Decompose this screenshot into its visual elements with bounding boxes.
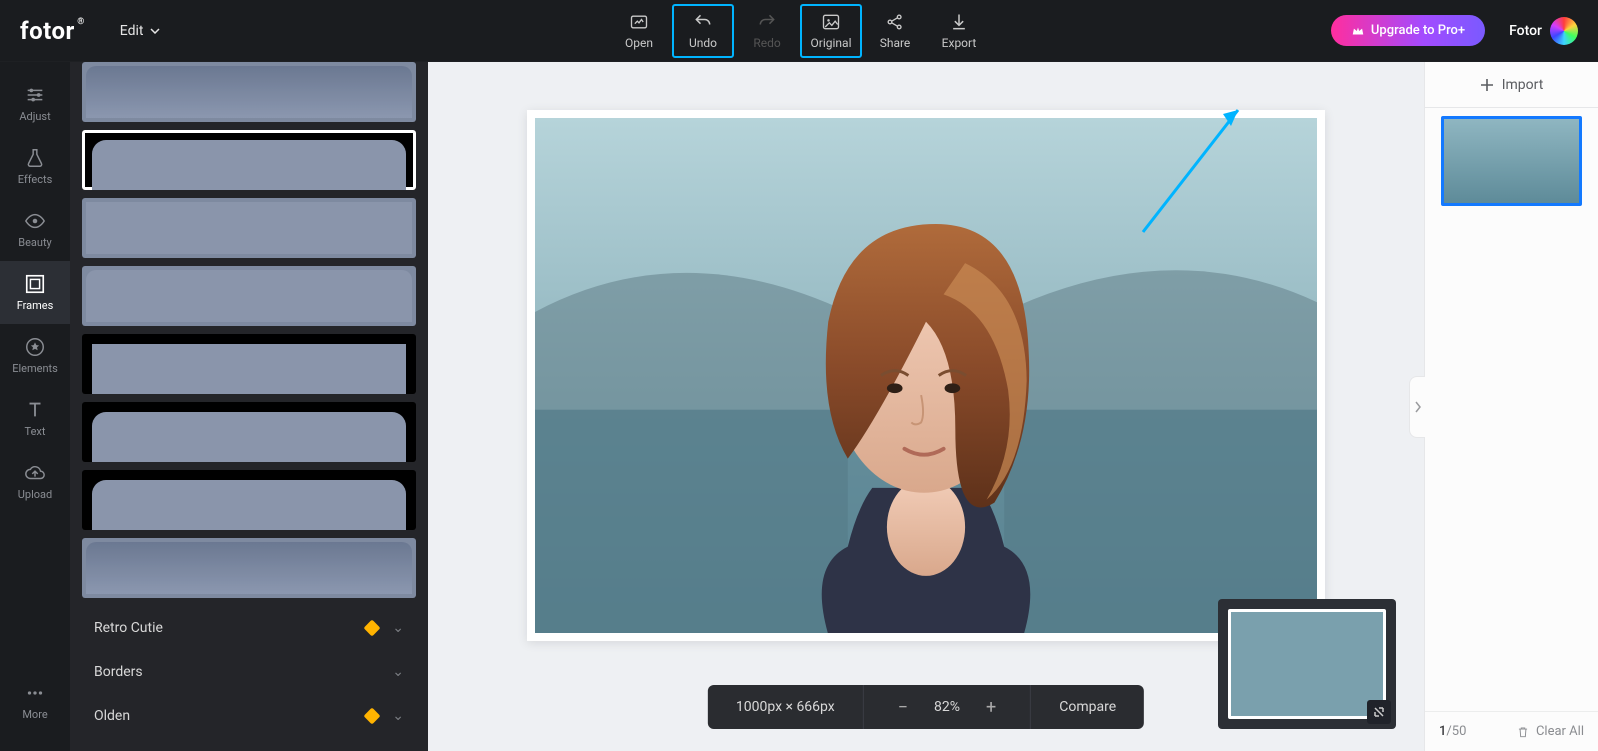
undo-button[interactable]: Undo — [672, 4, 734, 58]
chevron-down-icon: ⌄ — [392, 620, 404, 636]
canvas-area: 1000px × 666px − 82% + Compare — [428, 62, 1424, 751]
status-bar: 1000px × 666px − 82% + Compare — [708, 685, 1144, 729]
nav-text[interactable]: Text — [0, 387, 70, 450]
open-icon — [629, 12, 649, 32]
redo-button[interactable]: Redo — [736, 4, 798, 58]
import-button[interactable]: Import — [1425, 62, 1598, 108]
app-header: fotor® Edit Open Undo Redo Original Shar… — [0, 0, 1598, 62]
nav-more[interactable]: More — [0, 670, 70, 733]
zoom-out-button[interactable]: − — [892, 697, 914, 718]
mini-map[interactable] — [1218, 599, 1396, 729]
upgrade-button[interactable]: Upgrade to Pro+ — [1331, 15, 1485, 46]
user-menu[interactable]: Fotor — [1509, 17, 1578, 45]
more-icon — [24, 682, 46, 704]
frame-preset[interactable] — [82, 62, 416, 122]
open-button[interactable]: Open — [608, 4, 670, 58]
frame-preset[interactable] — [82, 130, 416, 190]
flask-icon — [24, 147, 46, 169]
premium-icon — [364, 620, 381, 637]
text-icon — [24, 399, 46, 421]
nav-elements[interactable]: Elements — [0, 324, 70, 387]
thumbnail[interactable] — [1441, 116, 1582, 206]
expand-icon — [1373, 706, 1385, 718]
frame-preset[interactable] — [82, 402, 416, 462]
mini-map-toggle[interactable] — [1367, 700, 1391, 724]
rail-footer: 1/50 Clear All — [1425, 711, 1598, 751]
frame-preset[interactable] — [82, 266, 416, 326]
undo-icon — [693, 12, 713, 32]
share-icon — [885, 12, 905, 32]
frame-preset[interactable] — [82, 470, 416, 530]
download-icon — [949, 12, 969, 32]
nav-adjust[interactable]: Adjust — [0, 72, 70, 135]
nav-beauty[interactable]: Beauty — [0, 198, 70, 261]
export-button[interactable]: Export — [928, 4, 990, 58]
chevron-down-icon — [150, 28, 160, 34]
image-icon — [821, 12, 841, 32]
zoom-in-button[interactable]: + — [980, 697, 1002, 718]
crown-icon — [1351, 24, 1365, 38]
chevron-right-icon — [1414, 401, 1422, 413]
avatar-icon — [1550, 17, 1578, 45]
frame-preset[interactable] — [82, 198, 416, 258]
trash-icon — [1516, 725, 1530, 739]
premium-icon — [364, 708, 381, 725]
sliders-icon — [24, 84, 46, 106]
chevron-down-icon: ⌄ — [392, 708, 404, 724]
plus-icon — [1480, 78, 1494, 92]
frames-category[interactable]: Borders ⌄ — [82, 650, 416, 694]
compare-button[interactable]: Compare — [1031, 685, 1144, 729]
eye-icon — [24, 210, 46, 232]
header-toolbar: Open Undo Redo Original Share Export — [608, 4, 990, 58]
frame-preset[interactable] — [82, 538, 416, 598]
star-circle-icon — [24, 336, 46, 358]
nav-effects[interactable]: Effects — [0, 135, 70, 198]
zoom-value: 82% — [934, 699, 960, 715]
annotation-arrow — [1128, 92, 1258, 242]
frames-category[interactable]: Retro Cutie ⌄ — [82, 606, 416, 650]
frames-category[interactable]: Olden ⌄ — [82, 694, 416, 738]
frame-icon — [24, 273, 46, 295]
app-logo[interactable]: fotor® — [20, 17, 75, 45]
edit-menu-button[interactable]: Edit — [120, 23, 160, 39]
rail-expand-button[interactable] — [1409, 376, 1425, 438]
share-button[interactable]: Share — [864, 4, 926, 58]
cloud-upload-icon — [24, 462, 46, 484]
redo-icon — [757, 12, 777, 32]
canvas-dimensions: 1000px × 666px — [708, 685, 864, 729]
left-nav: Adjust Effects Beauty Frames Elements Te… — [0, 62, 70, 751]
original-button[interactable]: Original — [800, 4, 862, 58]
image-count: 1/50 — [1439, 724, 1466, 739]
nav-frames[interactable]: Frames — [0, 261, 70, 324]
thumbnail-list — [1425, 108, 1598, 711]
mini-map-image — [1228, 609, 1386, 719]
chevron-down-icon: ⌄ — [392, 664, 404, 680]
frames-panel: Retro Cutie ⌄ Borders ⌄ Olden ⌄ — [70, 62, 428, 751]
right-rail: Import 1/50 Clear All — [1424, 62, 1598, 751]
nav-upload[interactable]: Upload — [0, 450, 70, 513]
frame-preset[interactable] — [82, 334, 416, 394]
clear-all-button[interactable]: Clear All — [1516, 724, 1584, 739]
